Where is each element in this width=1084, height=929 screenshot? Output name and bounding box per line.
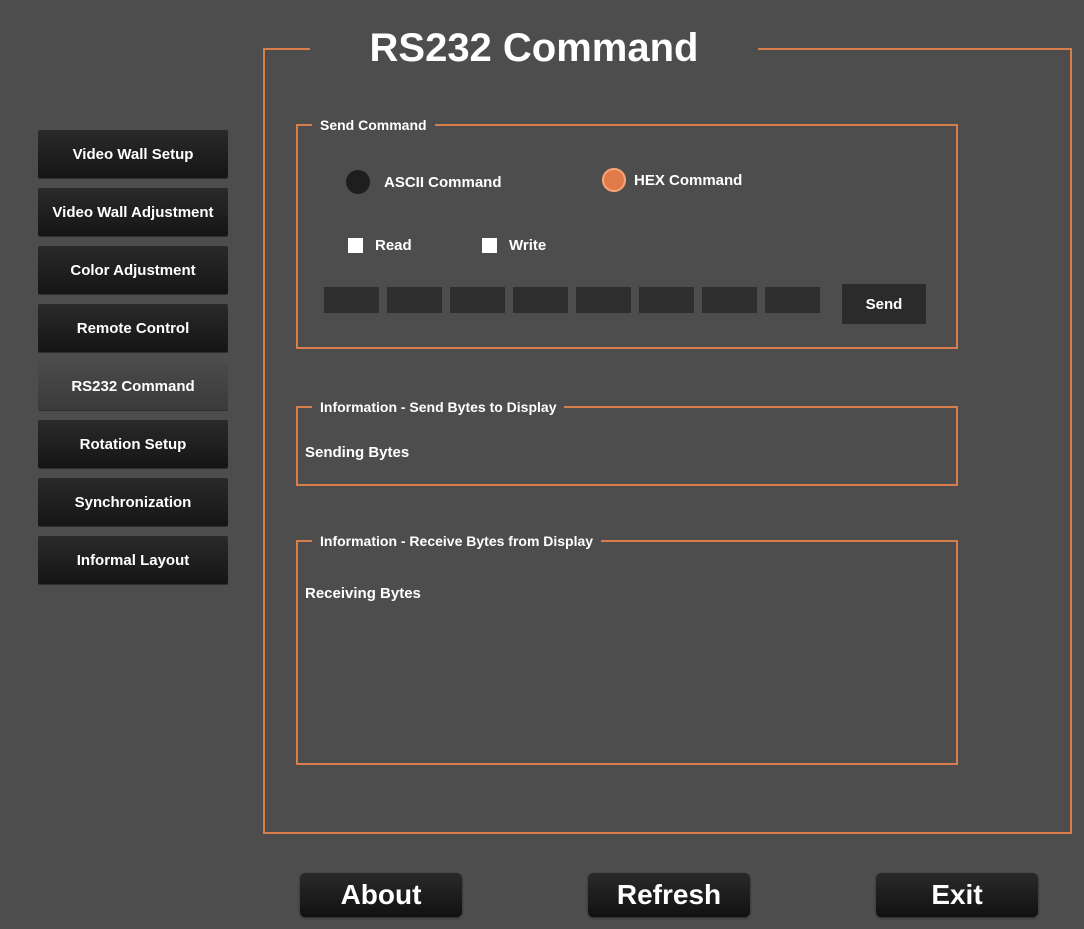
info-receive-label: Information - Receive Bytes from Display <box>312 532 602 550</box>
page-title: RS232 Command <box>310 18 758 78</box>
checkbox-write-box[interactable] <box>482 238 497 253</box>
about-button[interactable]: About <box>300 873 462 917</box>
info-receive-group: Information - Receive Bytes from Display… <box>296 532 958 765</box>
send-button[interactable]: Send <box>842 284 926 324</box>
hex-input-1[interactable] <box>324 287 379 313</box>
info-send-label: Information - Send Bytes to Display <box>312 398 565 416</box>
sending-bytes-text: Sending Bytes <box>305 444 410 461</box>
hex-input-2[interactable] <box>387 287 442 313</box>
hex-input-7[interactable] <box>702 287 757 313</box>
checkbox-write-label: Write <box>509 237 547 254</box>
refresh-button[interactable]: Refresh <box>588 873 750 917</box>
radio-hex[interactable]: HEX Command <box>602 168 742 192</box>
hex-input-row <box>324 287 820 313</box>
send-command-label: Send Command <box>312 116 435 134</box>
sidebar-item-color-adjustment[interactable]: Color Adjustment <box>38 246 228 294</box>
radio-hex-label: HEX Command <box>634 171 743 189</box>
sidebar-item-video-wall-adjustment[interactable]: Video Wall Adjustment <box>38 188 228 236</box>
checkbox-write[interactable]: Write <box>482 237 546 254</box>
radio-hex-indicator[interactable] <box>602 168 626 192</box>
hex-input-6[interactable] <box>639 287 694 313</box>
checkbox-read[interactable]: Read <box>348 237 412 254</box>
sidebar-item-rs232-command[interactable]: RS232 Command <box>38 362 228 410</box>
hex-input-3[interactable] <box>450 287 505 313</box>
radio-ascii[interactable]: ASCII Command <box>346 170 502 194</box>
hex-input-4[interactable] <box>513 287 568 313</box>
info-send-group: Information - Send Bytes to Display Send… <box>296 398 958 486</box>
hex-input-8[interactable] <box>765 287 820 313</box>
checkbox-read-box[interactable] <box>348 238 363 253</box>
sidebar-item-video-wall-setup[interactable]: Video Wall Setup <box>38 130 228 178</box>
sidebar-item-remote-control[interactable]: Remote Control <box>38 304 228 352</box>
checkbox-read-label: Read <box>375 237 412 254</box>
radio-ascii-label: ASCII Command <box>384 173 502 191</box>
sidebar-item-rotation-setup[interactable]: Rotation Setup <box>38 420 228 468</box>
hex-input-5[interactable] <box>576 287 631 313</box>
radio-ascii-indicator[interactable] <box>346 170 370 194</box>
exit-button[interactable]: Exit <box>876 873 1038 917</box>
sidebar: Video Wall Setup Video Wall Adjustment C… <box>38 130 228 594</box>
sidebar-item-synchronization[interactable]: Synchronization <box>38 478 228 526</box>
send-command-group: Send Command ASCII Command HEX Command R… <box>296 116 958 349</box>
sidebar-item-informal-layout[interactable]: Informal Layout <box>38 536 228 584</box>
receiving-bytes-text: Receiving Bytes <box>305 585 421 602</box>
